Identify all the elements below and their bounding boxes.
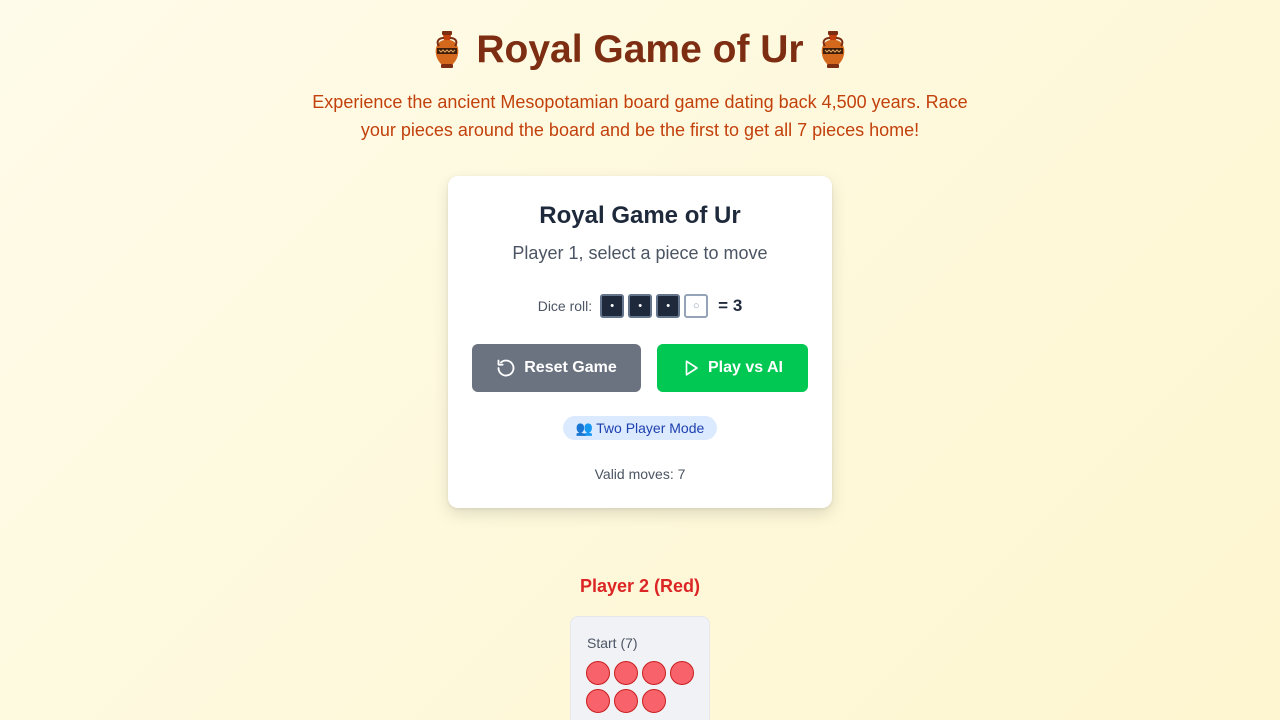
game-control-card: Royal Game of Ur Player 1, select a piec…	[448, 176, 832, 508]
play-vs-ai-button[interactable]: Play vs AI	[657, 344, 808, 392]
reset-game-button[interactable]: Reset Game	[472, 344, 641, 392]
play-icon	[685, 360, 698, 376]
play-vs-ai-label: Play vs AI	[707, 359, 783, 376]
mode-badge-label: Two Player Mode	[596, 420, 705, 436]
two-players-icon: 👥	[575, 419, 594, 436]
reset-game-label: Reset Game	[524, 359, 617, 376]
player2-piece[interactable]	[614, 661, 638, 685]
page-title: Royal Game of Ur	[0, 28, 1280, 72]
player2-piece[interactable]	[670, 661, 694, 685]
player2-start-area: Start (7)	[570, 616, 710, 720]
page-title-text: Royal Game of Ur	[476, 28, 804, 71]
player2-pieces	[586, 661, 698, 713]
amphora-icon	[436, 31, 459, 68]
dice-roll: Dice roll: • • • ○ = 3	[448, 294, 832, 318]
die-marked: •	[600, 294, 625, 318]
dice-total: = 3	[718, 296, 743, 315]
player2-piece[interactable]	[614, 689, 638, 713]
amphora-icon	[821, 31, 844, 68]
turn-status: Player 1, select a piece to move	[512, 243, 768, 263]
die-blank: ○	[684, 294, 709, 318]
mode-badge: 👥 Two Player Mode	[563, 416, 717, 440]
player2-piece[interactable]	[586, 689, 610, 713]
player2-piece[interactable]	[642, 689, 666, 713]
dice-label: Dice roll:	[537, 298, 593, 314]
start-area-label: Start (7)	[587, 635, 638, 651]
page-subtitle: Experience the ancient Mesopotamian boar…	[312, 92, 968, 140]
player2-piece[interactable]	[642, 661, 666, 685]
card-title: Royal Game of Ur	[539, 202, 741, 229]
die-marked: •	[656, 294, 681, 318]
valid-moves-count: Valid moves: 7	[594, 466, 686, 482]
player2-label: Player 2 (Red)	[579, 576, 701, 596]
reset-icon	[497, 359, 515, 377]
player2-piece[interactable]	[586, 661, 610, 685]
die-marked: •	[628, 294, 653, 318]
dice-group: • • • ○	[600, 294, 709, 318]
